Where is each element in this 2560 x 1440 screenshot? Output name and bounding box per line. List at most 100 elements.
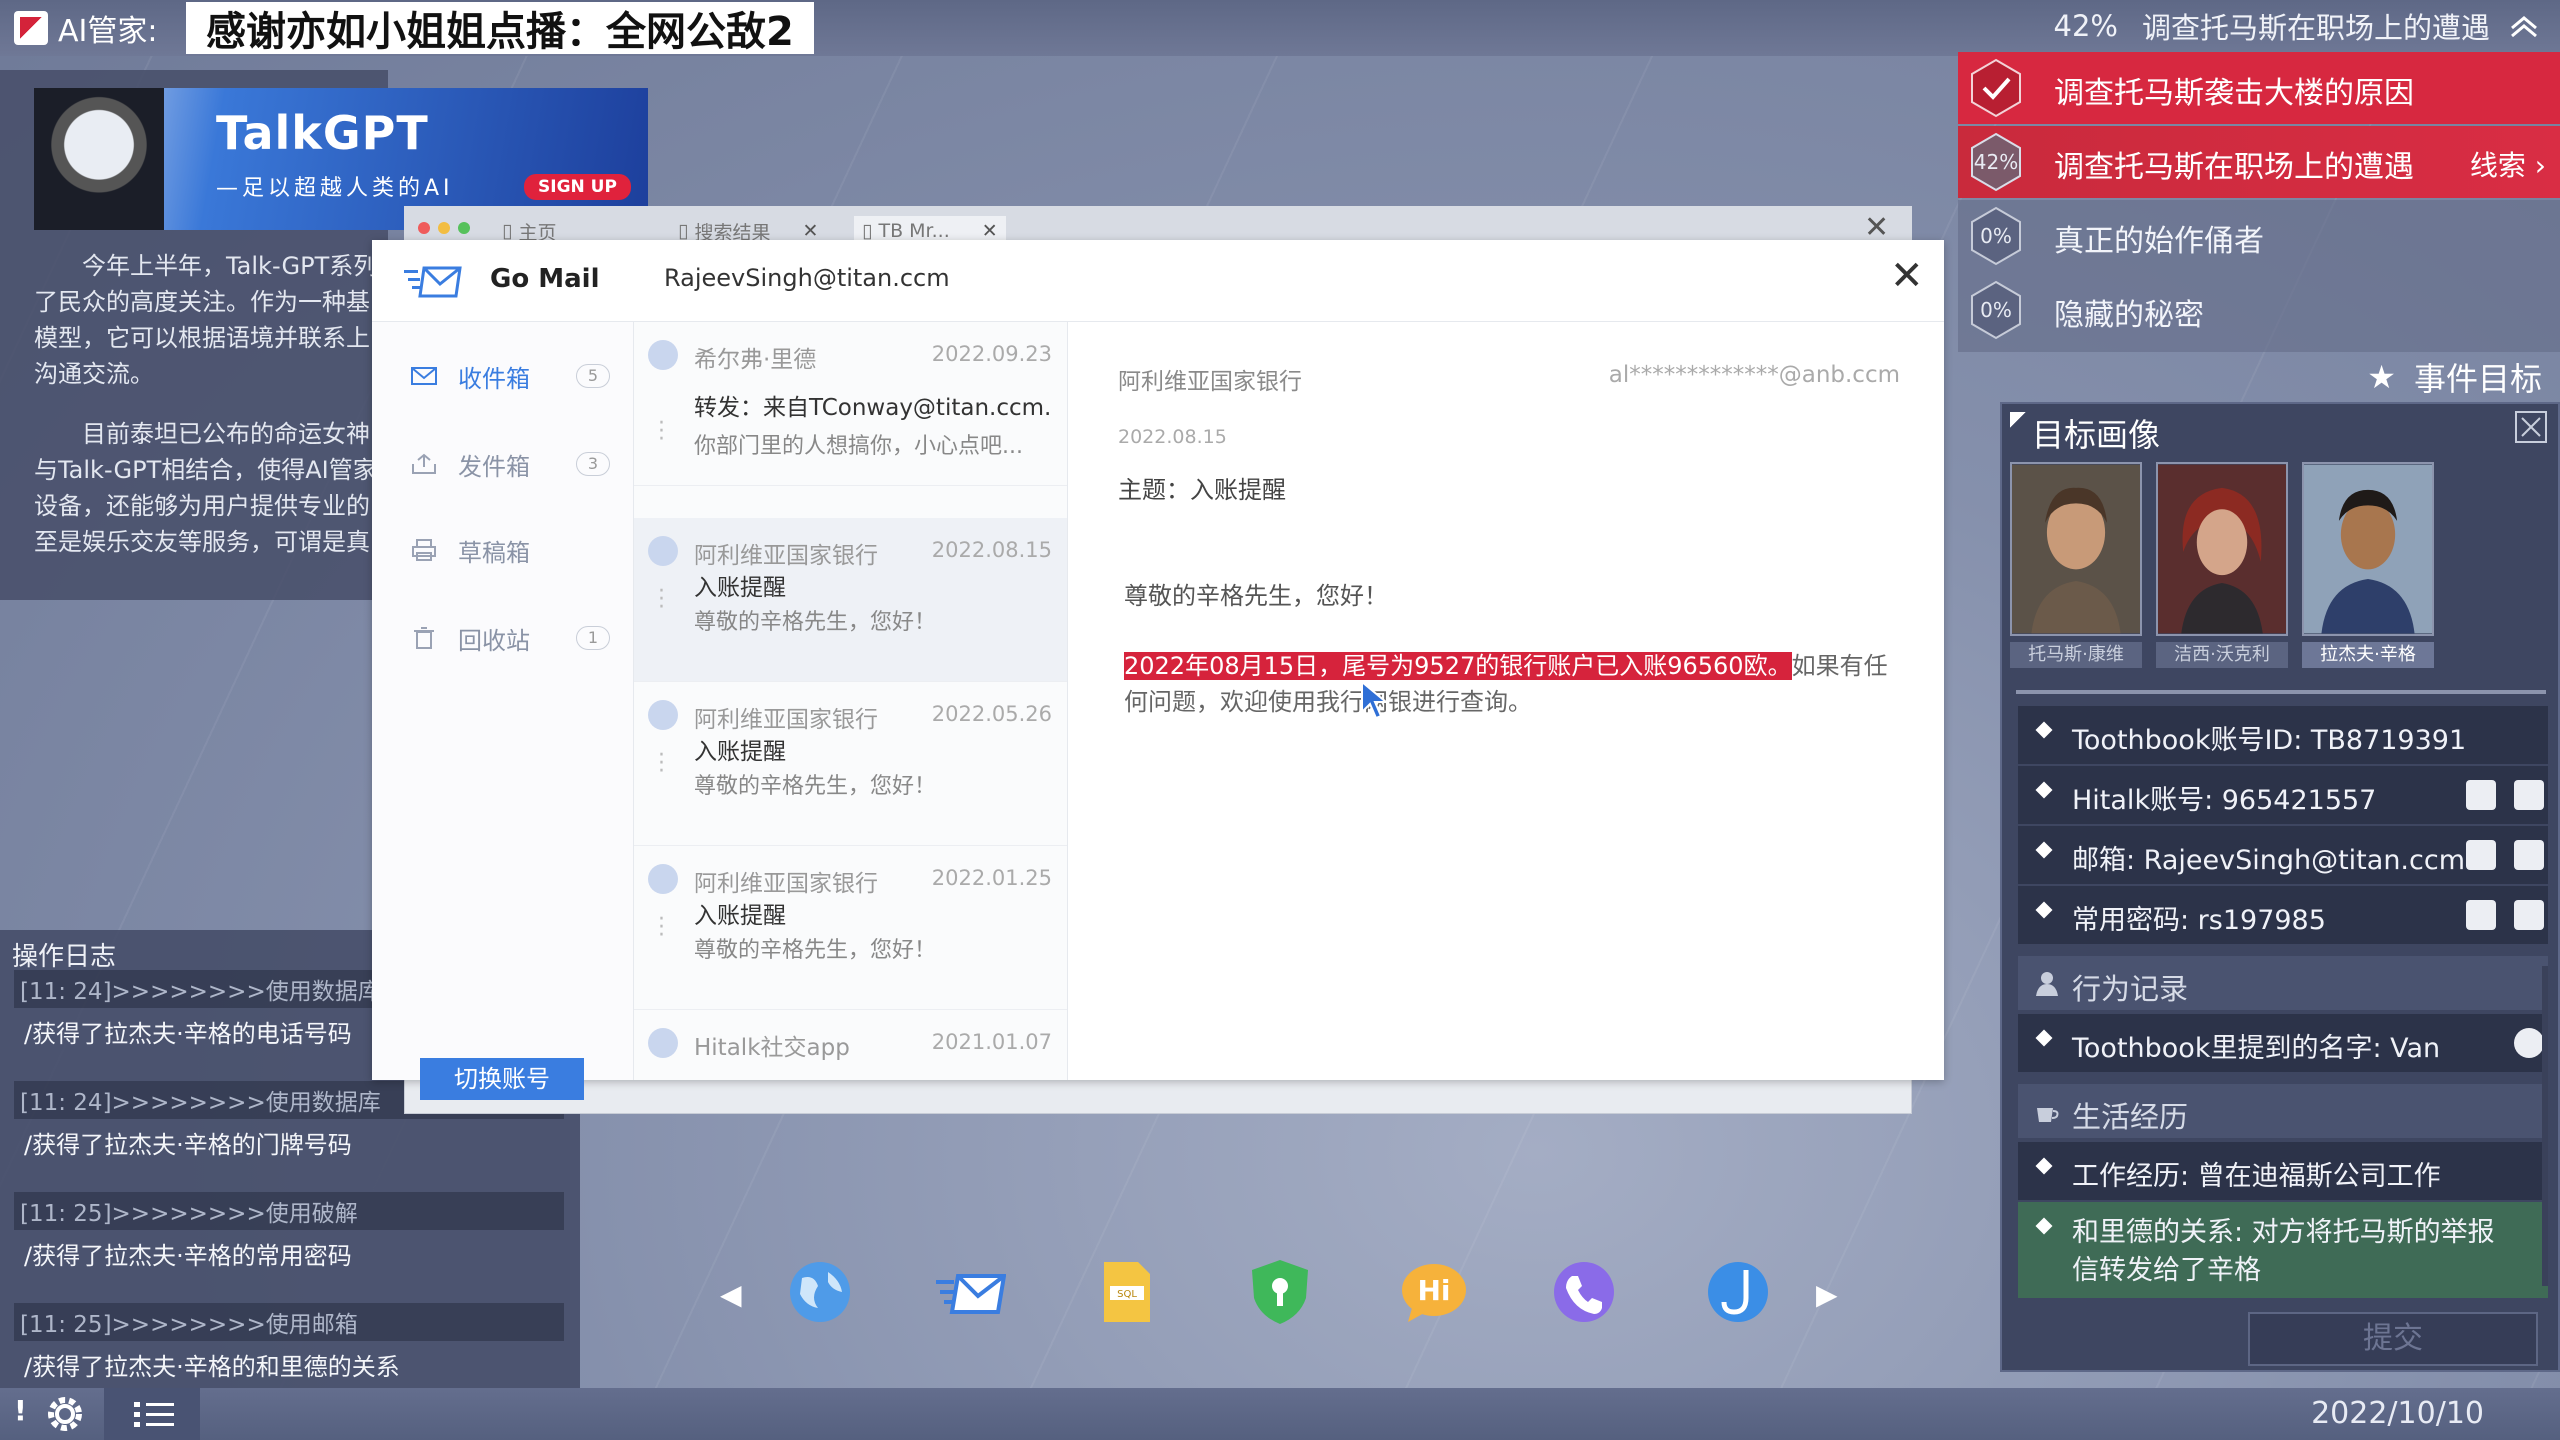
info-row-new[interactable]: 和里德的关系: 对方将托马斯的举报信转发给了辛格 — [2018, 1202, 2548, 1298]
message-sender: Hitalk社交app — [694, 1035, 850, 1061]
message-item[interactable]: 希尔弗·里德 2022.09.23 转发：来自TConway@titan.ccm… — [634, 322, 1067, 486]
portrait-thomas[interactable] — [2010, 462, 2142, 636]
talkgpt-title: TalkGPT — [216, 106, 429, 160]
detail-sender-address: al*************@anb.ccm — [1608, 362, 1900, 388]
info-row[interactable]: 常用密码: rs197985 — [2018, 886, 2548, 944]
info-text: 邮箱: RajeevSingh@titan.ccm — [2072, 845, 2466, 876]
folder-drafts[interactable]: 草稿箱 — [410, 530, 610, 570]
window-maximize-dot[interactable] — [458, 222, 470, 234]
switch-account-button[interactable]: 切换账号 — [420, 1058, 584, 1100]
diamond-bullet-icon — [2035, 1029, 2053, 1047]
expand-icon[interactable] — [2514, 410, 2548, 444]
message-subject: 入账提醒 — [694, 903, 786, 929]
robot-image — [34, 88, 164, 230]
quest-item[interactable]: 42% 调查托马斯在职场上的遭遇 线索 › — [1958, 126, 2560, 198]
mail-icon[interactable] — [2514, 900, 2544, 930]
globe-icon[interactable] — [784, 1258, 856, 1326]
more-icon[interactable]: · · · — [658, 745, 665, 783]
mail-app-icon[interactable] — [934, 1258, 1006, 1326]
star-icon: ★ — [2367, 358, 2396, 396]
portrait-name: 托马斯·康维 — [2010, 642, 2142, 668]
mail-icon — [648, 1028, 678, 1058]
quest-item[interactable]: 调查托马斯袭击大楼的原因 — [1958, 52, 2560, 124]
bookmark-icon: ▯ — [502, 220, 513, 242]
close-icon[interactable]: ✕ — [982, 220, 998, 242]
message-item[interactable]: Hitalk社交app 2021.01.07 — [634, 1010, 1067, 1080]
message-sender: 阿利维亚国家银行 — [694, 543, 878, 569]
svg-text:SQL: SQL — [1117, 1289, 1137, 1300]
message-preview: 你部门里的人想搞你，小心点吧... — [694, 434, 1023, 459]
info-row[interactable]: 邮箱: RajeevSingh@titan.ccm — [2018, 826, 2548, 884]
document-icon[interactable] — [2466, 840, 2496, 870]
mail-header: Go Mail RajeevSingh@titan.ccm ✕ — [372, 240, 1944, 322]
app-name: Go Mail — [490, 264, 600, 294]
window-minimize-dot[interactable] — [438, 222, 450, 234]
coffee-icon — [2037, 1108, 2059, 1122]
shield-key-icon[interactable] — [1244, 1258, 1316, 1326]
log-entry-head: [11: 25]>>>>>>>>使用邮箱 — [14, 1303, 564, 1341]
quest-label: 隐藏的秘密 — [2054, 298, 2204, 333]
info-row[interactable]: Toothbook账号ID: TB8719391 — [2018, 706, 2548, 764]
log-entry-head: [11: 25]>>>>>>>>使用破解 — [14, 1192, 564, 1230]
quest-progress: 0% — [1980, 298, 2012, 322]
printer-icon — [412, 539, 436, 561]
info-row[interactable]: Toothbook里提到的名字: Van — [2018, 1014, 2548, 1072]
window-close-dot[interactable] — [418, 222, 430, 234]
info-row[interactable]: Hitalk账号: 965421557 — [2018, 766, 2548, 824]
hook-tool-icon[interactable] — [1702, 1258, 1774, 1326]
detail-body: 2022年08月15日，尾号为9527的银行账户已入账96560欧。如果有任何问… — [1124, 648, 1910, 720]
panel-scrollbar[interactable] — [2542, 966, 2548, 1286]
article-paragraph: 目前泰坦已公布的命运女神与Talk-GPT相结合，使得AI管家设备，还能够为用户… — [34, 420, 377, 556]
hitalk-icon[interactable]: Hi — [1398, 1258, 1470, 1326]
dock-right-arrow-icon[interactable]: ▶ — [1816, 1278, 1838, 1311]
more-icon[interactable]: · · · — [658, 581, 665, 619]
close-icon[interactable]: ✕ — [802, 220, 818, 242]
quest-item[interactable]: 0% 隐藏的秘密 — [1958, 274, 2560, 346]
more-icon[interactable]: · · · — [658, 909, 665, 947]
mail-icon — [648, 536, 678, 566]
chat-icon[interactable] — [2466, 900, 2496, 930]
log-entry: [11: 25]>>>>>>>>使用破解 /获得了拉杰夫·辛格的常用密码 — [14, 1192, 564, 1277]
section-title: 生活经历 — [2072, 1100, 2189, 1134]
chevron-up-icon[interactable] — [2506, 10, 2542, 42]
message-item[interactable]: 阿利维亚国家银行 2022.01.25 入账提醒 · · · 尊敬的辛格先生，您好！ — [634, 846, 1067, 1010]
globe-icon[interactable] — [2514, 1028, 2544, 1058]
portrait-rajeev[interactable] — [2302, 462, 2434, 636]
info-row[interactable]: 工作经历: 曾在迪福斯公司工作 — [2018, 1142, 2548, 1200]
more-icon[interactable]: · · · — [658, 413, 665, 451]
message-item[interactable]: 阿利维亚国家银行 2022.05.26 入账提醒 · · · 尊敬的辛格先生，您好！ — [634, 682, 1067, 846]
folder-inbox[interactable]: 收件箱 5 — [410, 356, 610, 396]
talkgpt-subtitle: —足以超越人类的AI — [216, 176, 454, 201]
envelope-icon — [411, 367, 437, 385]
event-target-header[interactable]: ★ 事件目标 — [2367, 354, 2542, 400]
task-list-icon[interactable] — [104, 1388, 200, 1440]
check-badge-icon — [1971, 58, 2021, 118]
close-icon[interactable]: ✕ — [1890, 256, 1924, 296]
portrait-jessie[interactable] — [2156, 462, 2288, 636]
quest-progress: 0% — [1980, 224, 2012, 248]
highlighted-evidence[interactable]: 2022年08月15日，尾号为9527的银行账户已入账96560欧。 — [1124, 652, 1792, 680]
diamond-bullet-icon — [2035, 1217, 2053, 1235]
sign-up-button[interactable]: SIGN UP — [524, 174, 631, 200]
clue-link[interactable]: 线索 › — [2470, 144, 2546, 184]
svg-text:Hi: Hi — [1417, 1274, 1450, 1307]
submit-button[interactable]: 提交 — [2248, 1312, 2538, 1366]
mail-icon[interactable] — [2514, 840, 2544, 870]
target-profile-title: 目标画像 — [2032, 416, 2161, 454]
chat-icon[interactable] — [2514, 780, 2544, 810]
gear-icon[interactable] — [38, 1390, 92, 1438]
current-quest-summary[interactable]: 42% 调查托马斯在职场上的遭遇 — [2054, 4, 2490, 48]
folder-trash[interactable]: 回收站 1 — [410, 618, 610, 658]
folder-outbox[interactable]: 发件箱 3 — [410, 444, 610, 484]
log-entry-body: /获得了拉杰夫·辛格的门牌号码 — [24, 1131, 352, 1159]
message-item[interactable]: 阿利维亚国家银行 2022.08.15 入账提醒 · · · 尊敬的辛格先生，您好！ — [634, 518, 1067, 682]
dock-left-arrow-icon[interactable]: ◀ — [720, 1278, 742, 1311]
document-icon[interactable] — [2466, 780, 2496, 810]
quest-item[interactable]: 0% 真正的始作俑者 — [1958, 200, 2560, 272]
phone-icon[interactable] — [1548, 1258, 1620, 1326]
message-detail: 阿利维亚国家银行 al*************@anb.ccm 2022.08… — [1068, 322, 1944, 1080]
quest-label: 调查托马斯在职场上的遭遇 — [2054, 150, 2414, 185]
info-text: Toothbook里提到的名字: Van — [2072, 1033, 2441, 1064]
diamond-bullet-icon — [2035, 841, 2053, 859]
sql-database-icon[interactable]: SQL — [1090, 1258, 1162, 1326]
